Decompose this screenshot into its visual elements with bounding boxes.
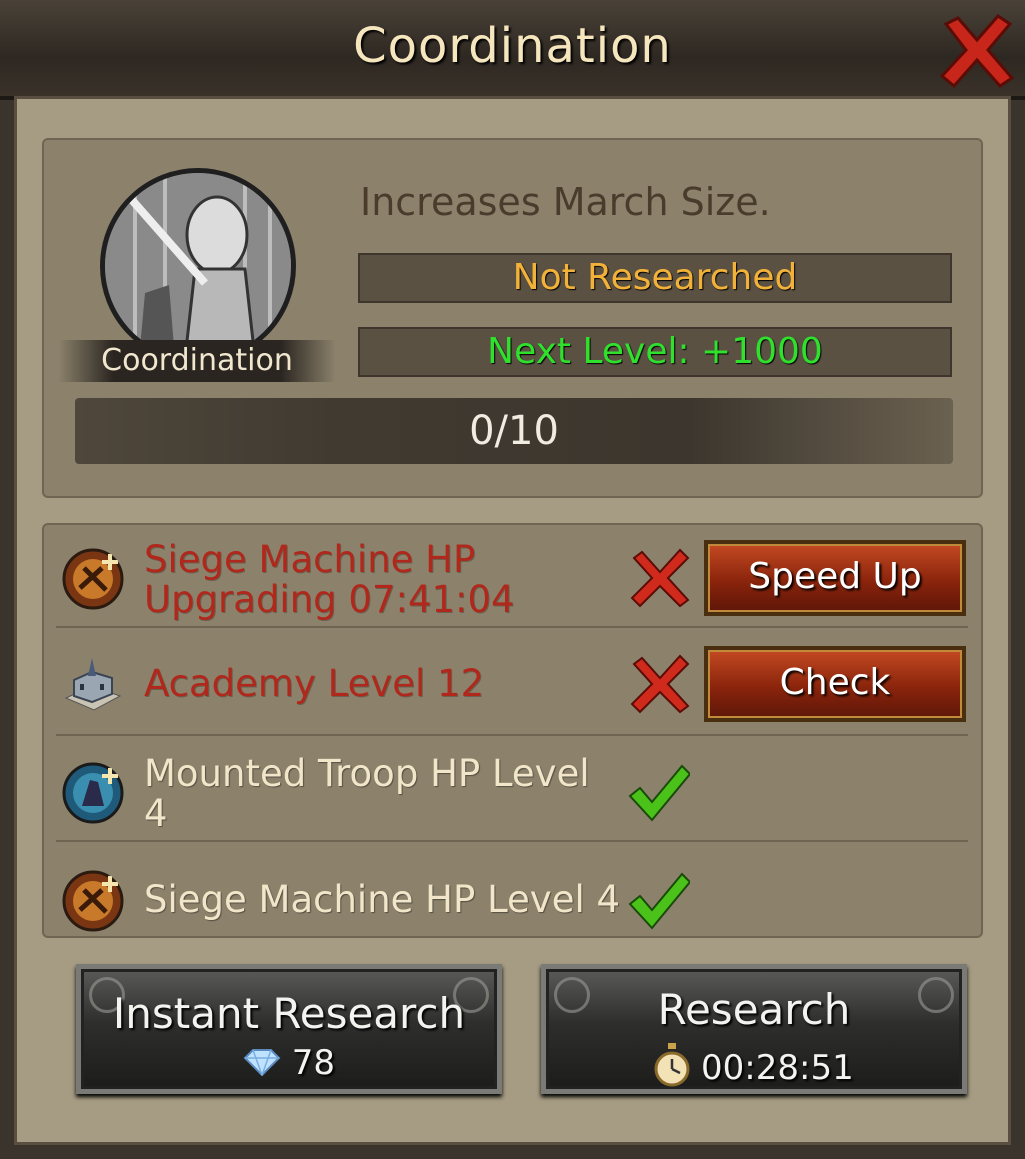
requirement-row: Siege Machine HP Level 4 bbox=[56, 848, 968, 954]
row-divider bbox=[56, 840, 968, 842]
instant-research-cost: 78 bbox=[81, 1043, 497, 1083]
stopwatch-icon bbox=[654, 1043, 690, 1087]
requirement-text: Siege Machine HP Upgrading 07:41:04 bbox=[144, 538, 515, 621]
x-mark-icon bbox=[630, 548, 690, 608]
requirement-text: Mounted Troop HP Level 4 bbox=[144, 752, 590, 835]
checkmark-icon bbox=[628, 764, 690, 822]
mounted-troop-icon bbox=[62, 762, 124, 824]
title-bar: Coordination bbox=[0, 0, 1025, 100]
close-icon[interactable] bbox=[936, 10, 1018, 92]
dialog-frame: Coordination Coordination Increases Marc… bbox=[0, 0, 1025, 1159]
x-mark-icon bbox=[630, 654, 690, 714]
row-divider bbox=[56, 626, 968, 628]
row-divider bbox=[56, 734, 968, 736]
research-label: Research bbox=[657, 985, 851, 1034]
research-time: 00:28:51 bbox=[546, 1043, 962, 1088]
diamond-icon bbox=[243, 1049, 281, 1078]
checkmark-icon bbox=[628, 872, 690, 930]
siege-machine-icon bbox=[62, 870, 124, 932]
research-button[interactable]: Research 00:28:51 bbox=[541, 964, 967, 1094]
check-button[interactable]: Check bbox=[704, 646, 966, 722]
research-status: Not Researched bbox=[358, 253, 952, 303]
speed-up-button[interactable]: Speed Up bbox=[704, 540, 966, 616]
siege-machine-icon bbox=[62, 548, 124, 610]
requirement-row: Mounted Troop HP Level 4 bbox=[56, 740, 968, 846]
research-name-label: Coordination bbox=[58, 340, 336, 382]
requirement-text: Academy Level 12 bbox=[144, 662, 485, 705]
instant-research-label: Instant Research bbox=[112, 989, 466, 1038]
requirement-row: Siege Machine HP Upgrading 07:41:04 Speed… bbox=[56, 526, 968, 632]
requirement-text: Siege Machine HP Level 4 bbox=[144, 878, 621, 921]
next-level-bonus: Next Level: +1000 bbox=[358, 327, 952, 377]
coordination-portrait-icon bbox=[100, 168, 296, 364]
academy-building-icon bbox=[64, 658, 122, 711]
dialog-title: Coordination bbox=[353, 18, 672, 74]
requirement-row: Academy Level 12 Check bbox=[56, 632, 968, 738]
research-description: Increases March Size. bbox=[360, 180, 771, 224]
instant-research-button[interactable]: Instant Research 78 bbox=[76, 964, 502, 1094]
level-progress-text: 0/10 bbox=[469, 408, 559, 454]
